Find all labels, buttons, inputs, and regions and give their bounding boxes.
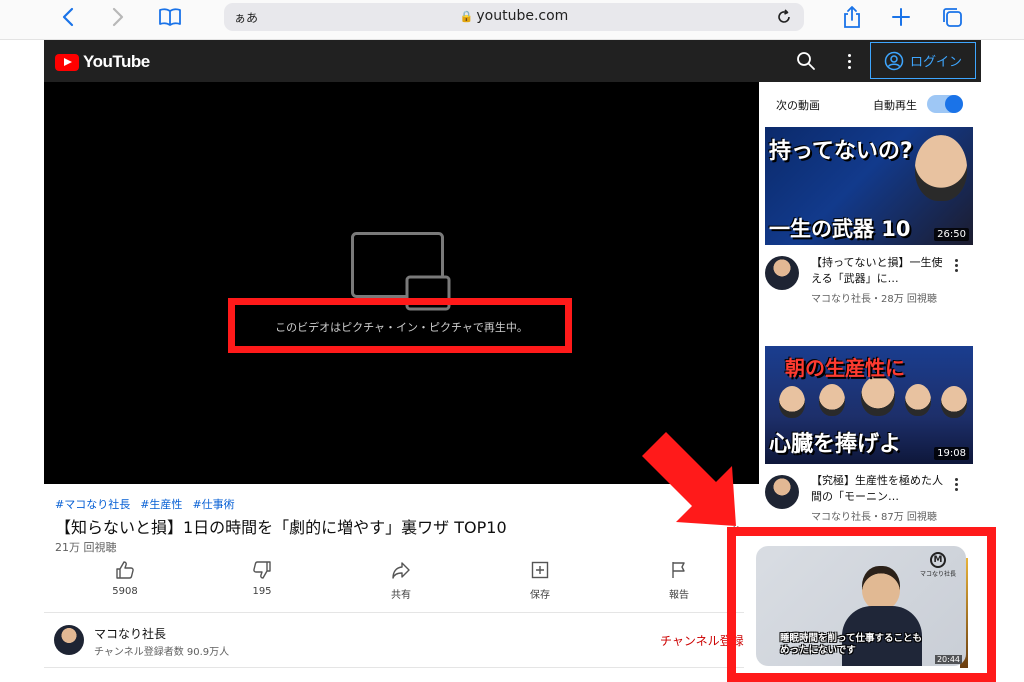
login-button[interactable]: ログイン (870, 42, 976, 79)
youtube-play-logo-icon (55, 53, 79, 71)
bookmarks-icon[interactable] (156, 6, 184, 28)
thumbnail-person (819, 384, 845, 416)
channel-avatar[interactable] (765, 256, 799, 290)
browser-toolbar: ぁあ 🔒 youtube.com (0, 0, 1024, 40)
channel-name[interactable]: マコなり社長 (94, 625, 166, 642)
channel-avatar[interactable] (54, 625, 84, 655)
reload-icon[interactable] (774, 7, 794, 27)
video-meta: マコなり社長・87万 回視聴 (811, 512, 937, 523)
hashtag-link[interactable]: #仕事術 (192, 496, 234, 512)
red-arrow-annotation (642, 432, 736, 526)
thumbnail-person (905, 384, 931, 416)
search-icon[interactable] (796, 51, 816, 71)
hashtags: #マコなり社長 #生産性 #仕事術 (55, 496, 235, 512)
up-next-sidebar: 次の動画 自動再生 持ってないの? 一生の武器 10 26:50 【持ってないと… (759, 82, 981, 542)
thumbnail-person (861, 376, 895, 416)
video-title[interactable]: 【知らないと損】1日の時間を「劇的に増やす」裏ワザ TOP10 (55, 514, 507, 538)
video-actions: 5908 195 共有 保存 報告 (44, 560, 744, 608)
report-label: 報告 (669, 590, 689, 601)
thumbs-up-icon (116, 561, 134, 579)
account-icon (884, 51, 904, 70)
more-options-icon[interactable] (842, 51, 856, 71)
dislike-count: 195 (252, 586, 272, 597)
video-player[interactable]: このビデオはピクチャ・イン・ピクチャで再生中。 (44, 82, 759, 484)
highlight-box-pip-message (228, 298, 572, 353)
thumbnail-person (915, 135, 967, 201)
flag-icon (672, 562, 685, 578)
video-title[interactable]: 【究極】生産性を極めた人間の「モーニン… (811, 473, 951, 505)
forward-icon[interactable] (104, 6, 132, 28)
view-count: 21万 回視聴 (55, 541, 117, 554)
channel-avatar[interactable] (765, 475, 799, 509)
thumbnail-text: 心臓を捧げよ (769, 432, 902, 457)
thumbnail-text: 一生の武器 10 (769, 217, 911, 241)
thumbnail-person (941, 386, 967, 418)
video-thumbnail[interactable]: 持ってないの? 一生の武器 10 26:50 (765, 127, 973, 245)
add-to-playlist-icon (531, 561, 549, 579)
like-button[interactable]: 5908 (90, 560, 160, 597)
more-options-icon[interactable] (953, 257, 959, 273)
thumbnail-person (779, 386, 805, 418)
video-title[interactable]: 【持ってないと損】一生使える「武器」に… (811, 255, 951, 287)
share-icon[interactable] (838, 6, 866, 28)
thumbs-down-icon (253, 561, 271, 579)
share-arrow-icon (392, 562, 410, 579)
share-button[interactable]: 共有 (366, 560, 436, 601)
thumbnail-text: 持ってないの? (769, 139, 913, 164)
dislike-button[interactable]: 195 (227, 560, 297, 597)
divider (44, 612, 744, 613)
highlight-box-pip-window (727, 527, 996, 682)
save-button[interactable]: 保存 (505, 560, 575, 601)
share-label: 共有 (391, 590, 411, 601)
divider (44, 667, 744, 668)
autoplay-label: 自動再生 (873, 99, 917, 112)
back-icon[interactable] (54, 6, 82, 28)
address-bar[interactable]: ぁあ 🔒 youtube.com (224, 3, 804, 31)
like-count: 5908 (112, 586, 138, 597)
report-button[interactable]: 報告 (644, 560, 714, 601)
logo-text: YouTube (83, 52, 150, 71)
hashtag-link[interactable]: #生産性 (140, 496, 182, 512)
video-duration: 19:08 (934, 447, 969, 460)
hashtag-link[interactable]: #マコなり社長 (55, 496, 130, 512)
thumbnail-text: 朝の生産性に (785, 356, 905, 380)
save-label: 保存 (530, 590, 550, 601)
youtube-logo[interactable]: YouTube (55, 52, 150, 72)
lock-icon: 🔒 (459, 10, 474, 23)
autoplay-toggle[interactable] (927, 95, 963, 113)
channel-row: マコなり社長 チャンネル登録者数 90.9万人 チャンネル登録 (44, 615, 744, 667)
video-duration: 26:50 (934, 228, 969, 241)
video-meta: マコなり社長・28万 回視聴 (811, 294, 937, 305)
youtube-header: YouTube ログイン (44, 40, 981, 82)
url-text: youtube.com (476, 8, 569, 24)
subscriber-count: チャンネル登録者数 90.9万人 (94, 647, 230, 658)
up-next-label: 次の動画 (776, 99, 820, 112)
toggle-knob (945, 95, 963, 113)
new-tab-icon[interactable] (887, 6, 915, 28)
login-label: ログイン (909, 55, 962, 70)
tabs-icon[interactable] (938, 6, 966, 28)
video-thumbnail[interactable]: 朝の生産性に 心臓を捧げよ 19:08 (765, 346, 973, 464)
more-options-icon[interactable] (953, 476, 959, 492)
